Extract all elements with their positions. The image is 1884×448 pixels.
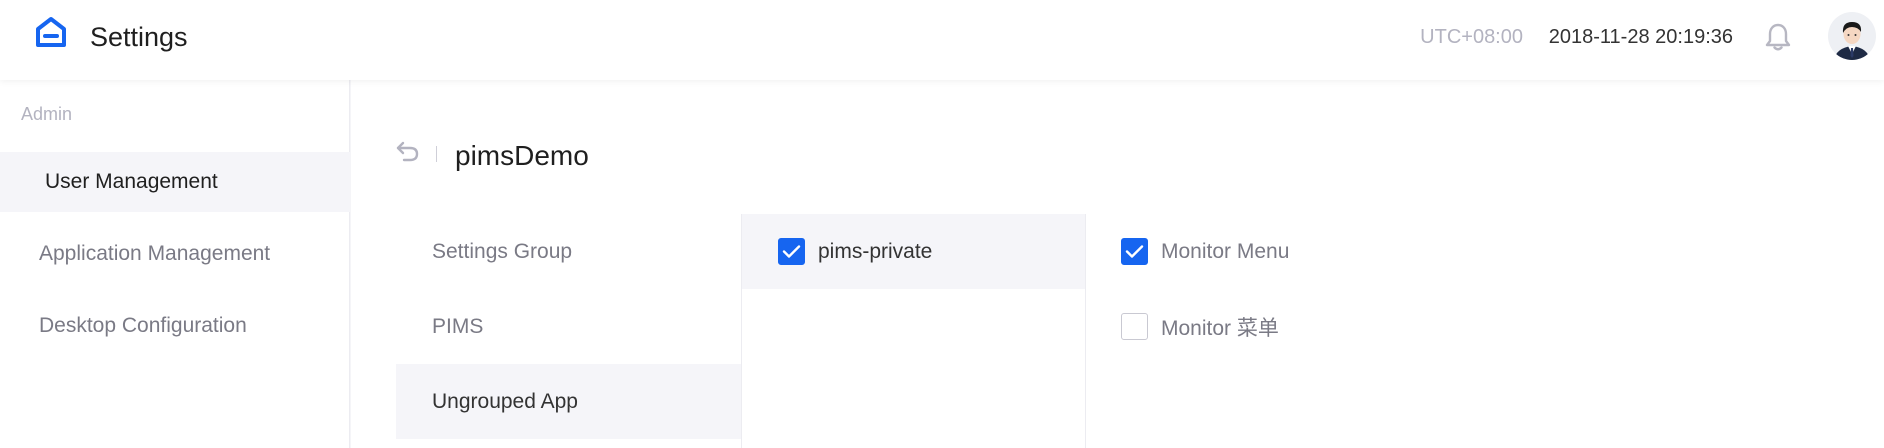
title-divider xyxy=(436,146,437,162)
sidebar-section-label: Admin xyxy=(21,104,73,124)
checkbox[interactable] xyxy=(1121,238,1148,265)
checkbox[interactable] xyxy=(1121,313,1148,340)
checkbox-label: pims-private xyxy=(818,239,933,263)
user-avatar[interactable] xyxy=(1828,12,1876,60)
permission-list: Monitor Menu Monitor 菜单 xyxy=(1087,214,1884,448)
checkbox-label: Monitor 菜单 xyxy=(1161,316,1279,340)
home-icon[interactable] xyxy=(34,15,68,49)
sidebar-item-user-management[interactable]: User Management xyxy=(0,152,350,212)
page-title: pimsDemo xyxy=(455,140,589,171)
main-content: pimsDemo Settings Group PIMS Ungrouped A… xyxy=(351,80,1884,448)
sidebar-item-desktop-configuration[interactable]: Desktop Configuration xyxy=(0,296,350,356)
checkbox-label: Monitor Menu xyxy=(1161,239,1290,263)
permission-checkbox-monitor-menu[interactable]: Monitor Menu xyxy=(1121,214,1289,289)
sidebar: Admin User Management Application Manage… xyxy=(0,80,350,448)
checkmark-icon xyxy=(1125,245,1144,258)
back-arrow-icon[interactable] xyxy=(395,140,421,162)
permission-checkbox-monitor-menu-cn[interactable]: Monitor 菜单 xyxy=(1121,289,1279,364)
current-datetime: 2018-11-28 20:19:36 xyxy=(1548,26,1733,48)
sidebar-item-application-management[interactable]: Application Management xyxy=(0,224,350,284)
avatar-icon xyxy=(1828,12,1876,60)
top-header: Settings UTC+08:00 2018-11-28 20:19:36 xyxy=(0,0,1884,80)
app-checkbox-pims-private[interactable]: pims-private xyxy=(778,214,932,289)
checkbox[interactable] xyxy=(778,238,805,265)
app-list: pims-private xyxy=(741,214,1086,448)
app-title: Settings xyxy=(90,22,188,52)
group-item-pims[interactable]: PIMS xyxy=(396,289,741,364)
group-item-ungrouped-app[interactable]: Ungrouped App xyxy=(396,364,741,439)
timezone-label: UTC+08:00 xyxy=(1420,26,1523,48)
settings-group-list: Settings Group PIMS Ungrouped App xyxy=(396,214,741,448)
checkmark-icon xyxy=(782,245,801,258)
bell-icon[interactable] xyxy=(1764,22,1792,52)
group-item-settings-group[interactable]: Settings Group xyxy=(396,214,741,289)
